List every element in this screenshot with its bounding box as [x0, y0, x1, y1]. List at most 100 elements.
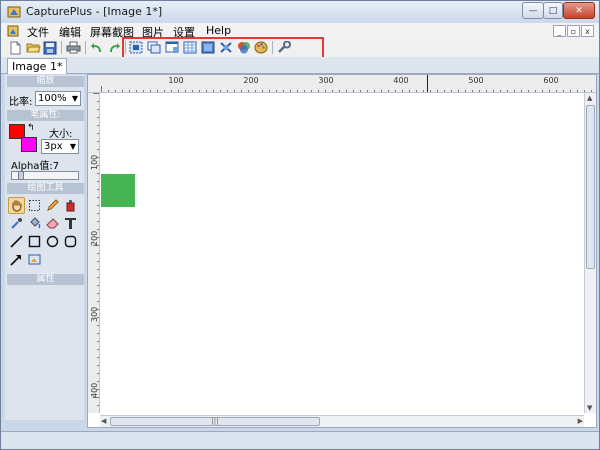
- properties-section-header[interactable]: 属性: [7, 274, 84, 285]
- ruler-tick: [514, 90, 515, 92]
- menu-file[interactable]: 文件: [27, 24, 49, 40]
- zoom-section-header[interactable]: 缩放: [7, 76, 84, 87]
- swap-colors-icon[interactable]: ↰: [27, 123, 35, 133]
- ruler-tick: [577, 90, 578, 92]
- mdi-close-button[interactable]: x: [581, 25, 594, 37]
- ruler-tick: [563, 90, 564, 92]
- ruler-v-label: 300: [90, 306, 99, 322]
- close-button[interactable]: ✕: [563, 2, 595, 19]
- ruler-tick: [388, 90, 389, 92]
- horizontal-scrollbar[interactable]: ◀ ||| ▶: [100, 415, 584, 427]
- ruler-tick: [584, 90, 585, 92]
- bottle-tool-button[interactable]: [62, 197, 79, 214]
- ruler-tick: [97, 373, 99, 374]
- ruler-tick: [591, 90, 592, 92]
- stamp-tool-button[interactable]: [26, 251, 43, 268]
- mdi-restore-button[interactable]: ▫: [567, 25, 580, 37]
- ruler-tick: [570, 90, 571, 92]
- print-icon: [66, 41, 80, 54]
- horizontal-scroll-thumb[interactable]: |||: [110, 417, 320, 426]
- minimize-button[interactable]: —: [522, 2, 544, 19]
- save-icon: [43, 41, 57, 54]
- ruler-tick: [97, 189, 99, 190]
- menu-help[interactable]: Help: [206, 24, 231, 37]
- fill-tool-button[interactable]: [26, 215, 43, 232]
- ruler-tick: [458, 90, 459, 92]
- zoom-select[interactable]: 100% ▼: [35, 91, 81, 106]
- ruler-tick: [129, 90, 130, 92]
- ruler-tick: [255, 90, 256, 92]
- pen-section-header[interactable]: 笔属性:: [7, 110, 84, 121]
- ruler-tick: [150, 90, 151, 92]
- new-file-button[interactable]: [7, 40, 23, 55]
- scroll-left-icon[interactable]: ◀: [101, 417, 106, 425]
- ruler-tick: [444, 90, 445, 92]
- green-rectangle-shape[interactable]: [101, 174, 135, 207]
- text-tool-button[interactable]: [62, 215, 79, 232]
- save-button[interactable]: [42, 40, 58, 55]
- hand-tool-button[interactable]: [8, 197, 25, 214]
- ruler-tick: [437, 90, 438, 92]
- alpha-slider-thumb[interactable]: [18, 171, 24, 180]
- rectangle-icon: [28, 235, 41, 248]
- ruler-tick: [97, 325, 99, 326]
- print-button[interactable]: [65, 40, 81, 55]
- ruler-tick: [535, 90, 536, 92]
- ruler-tick: [97, 141, 99, 142]
- ruler-tick: [164, 90, 165, 92]
- ruler-tick: [97, 117, 99, 118]
- scroll-right-icon[interactable]: ▶: [578, 417, 583, 425]
- ruler-tick: [339, 90, 340, 92]
- ruler-tick: [507, 90, 508, 92]
- ruler-tick: [556, 90, 557, 92]
- maximize-button[interactable]: □: [543, 2, 563, 19]
- canvas-area: 100 200 300 400 500 600 100 200 300 400 ▲ ▼ ◀ ||…: [87, 74, 597, 428]
- open-button[interactable]: [25, 40, 41, 55]
- ruler-tick: [192, 90, 193, 92]
- alpha-slider[interactable]: [11, 171, 79, 180]
- arrow-icon: [10, 255, 21, 266]
- ruler-tick: [97, 333, 99, 334]
- undo-icon: [91, 42, 101, 52]
- ruler-tick: [97, 261, 99, 262]
- ruler-tick: [97, 269, 99, 270]
- toolbar-separator: [85, 41, 86, 54]
- pencil-tool-button[interactable]: [44, 197, 61, 214]
- eraser-tool-button[interactable]: [44, 215, 61, 232]
- ruler-tick: [297, 90, 298, 92]
- scroll-down-icon[interactable]: ▼: [587, 404, 592, 412]
- pen-size-select[interactable]: 3px ▼: [41, 139, 79, 154]
- ruler-tick: [360, 90, 361, 92]
- redo-icon: [110, 42, 120, 52]
- ruler-tick: [213, 90, 214, 92]
- eyedropper-tool-button[interactable]: [8, 215, 25, 232]
- arrow-tool-button[interactable]: [8, 251, 25, 268]
- mdi-minimize-button[interactable]: _: [553, 25, 566, 37]
- rounded-rect-tool-button[interactable]: [62, 233, 79, 250]
- drawing-tools-header[interactable]: 绘图工具: [7, 183, 84, 194]
- secondary-color-swatch[interactable]: [21, 137, 37, 152]
- ellipse-icon: [46, 235, 59, 248]
- rectangle-tool-button[interactable]: [26, 233, 43, 250]
- chevron-down-icon: ▼: [71, 94, 78, 103]
- line-tool-button[interactable]: [8, 233, 25, 250]
- tab-image-1[interactable]: Image 1*: [7, 58, 68, 74]
- ruler-tick: [136, 90, 137, 92]
- document-tab-bar: Image 1*: [1, 57, 599, 74]
- drawing-canvas[interactable]: [101, 94, 583, 414]
- vertical-scroll-thumb[interactable]: [586, 105, 595, 269]
- ellipse-tool-button[interactable]: [44, 233, 61, 250]
- ruler-tick: [409, 90, 410, 92]
- undo-button[interactable]: [89, 40, 105, 55]
- scroll-up-icon[interactable]: ▲: [587, 94, 592, 102]
- redo-button[interactable]: [106, 40, 122, 55]
- ruler-tick: [206, 90, 207, 92]
- window-title: CapturePlus - [Image 1*]: [26, 5, 163, 18]
- ruler-tick: [465, 90, 466, 92]
- select-tool-button[interactable]: [26, 197, 43, 214]
- menu-edit[interactable]: 编辑: [59, 24, 81, 40]
- title-bar: CapturePlus - [Image 1*] — □ ✕: [1, 1, 599, 23]
- eyedropper-icon: [11, 218, 22, 229]
- ruler-tick: [108, 90, 109, 92]
- vertical-scrollbar[interactable]: ▲ ▼: [584, 93, 596, 413]
